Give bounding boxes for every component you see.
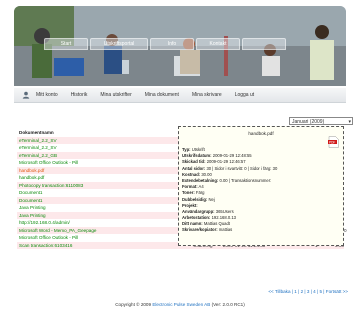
document-name[interactable]: eTerminal_2.2_GB xyxy=(19,152,57,160)
footer: Copyright © 2009 Electronic Pulse Sweden… xyxy=(0,302,360,307)
document-name[interactable]: Java Printing xyxy=(19,204,46,212)
document-name[interactable]: Java Printing xyxy=(19,212,46,220)
document-name[interactable]: eTerminal_2.2_SV xyxy=(19,137,57,145)
nav-history[interactable]: Historik xyxy=(71,92,88,98)
document-name[interactable]: Microsoft Office Outlook - Pill xyxy=(19,159,78,167)
document-name[interactable]: eTerminal_2.2_SV xyxy=(19,144,57,152)
nav-logout[interactable]: Logga ut xyxy=(235,92,254,98)
company-link[interactable]: Electronic Pulse Sweden AB xyxy=(152,302,210,307)
nav-my-printers[interactable]: Mina skrivare xyxy=(192,92,222,98)
pdf-file-icon: PDF xyxy=(328,136,339,148)
portal-tabs: Start Utskriftsportal Info Kontakt xyxy=(44,38,288,50)
document-name[interactable]: http://192.168.0.4/admin/ xyxy=(19,219,70,227)
chevron-down-icon: ▾ xyxy=(348,119,351,125)
user-icon xyxy=(22,91,30,99)
tab-extra[interactable] xyxy=(242,38,286,50)
tab-info[interactable]: Info xyxy=(150,38,194,50)
document-name[interactable]: handbok.pdf xyxy=(19,167,44,175)
tab-print-portal[interactable]: Utskriftsportal xyxy=(90,38,148,50)
document-details-tooltip: handbok.pdf PDF Typ: Utskrift Utskrifsda… xyxy=(178,126,344,246)
tab-start[interactable]: Start xyxy=(44,38,88,50)
document-name[interactable]: handbok.pdf xyxy=(19,174,44,182)
copyright-text: Copyright © 2009 xyxy=(115,302,152,307)
document-name[interactable]: Scan transaction:6103416 xyxy=(19,242,72,250)
tooltip-details: Typ: Utskrift Utskrifsdatum: 2009-01-29 … xyxy=(182,147,277,234)
main-nav: Mitt konto Historik Mina utskrifter Mina… xyxy=(14,88,346,103)
nav-my-prints[interactable]: Mina utskrifter xyxy=(100,92,131,98)
detail-line: Skrivare/kopiator: mattias xyxy=(182,227,233,233)
document-name[interactable]: Photocopy transaction:6110083 xyxy=(19,182,83,190)
nav-my-documents[interactable]: Mina dokument xyxy=(145,92,179,98)
pagination[interactable]: << Tillbaka | 1 | 2 | 3 | 4 | 5 | Fortsä… xyxy=(268,289,348,294)
document-name[interactable]: Microsoft Word - Memo_PA_Geepage xyxy=(19,227,96,235)
svg-text:PDF: PDF xyxy=(329,140,335,144)
column-header-document-name[interactable]: Dokumentnamn xyxy=(19,129,54,137)
document-name[interactable]: Document1 xyxy=(19,197,43,205)
tooltip-title: handbok.pdf xyxy=(248,131,274,136)
version-text: (Ver: 2.0.0 RC1) xyxy=(211,302,245,307)
tab-contact[interactable]: Kontakt xyxy=(196,38,240,50)
document-name[interactable]: Microsoft Office Outlook - Pill xyxy=(19,234,78,242)
document-name[interactable]: Document1 xyxy=(19,189,43,197)
month-select-value: Januari (2009) xyxy=(292,119,325,125)
nav-my-account[interactable]: Mitt konto xyxy=(36,92,58,98)
month-select[interactable]: Januari (2009) ▾ xyxy=(289,117,353,125)
